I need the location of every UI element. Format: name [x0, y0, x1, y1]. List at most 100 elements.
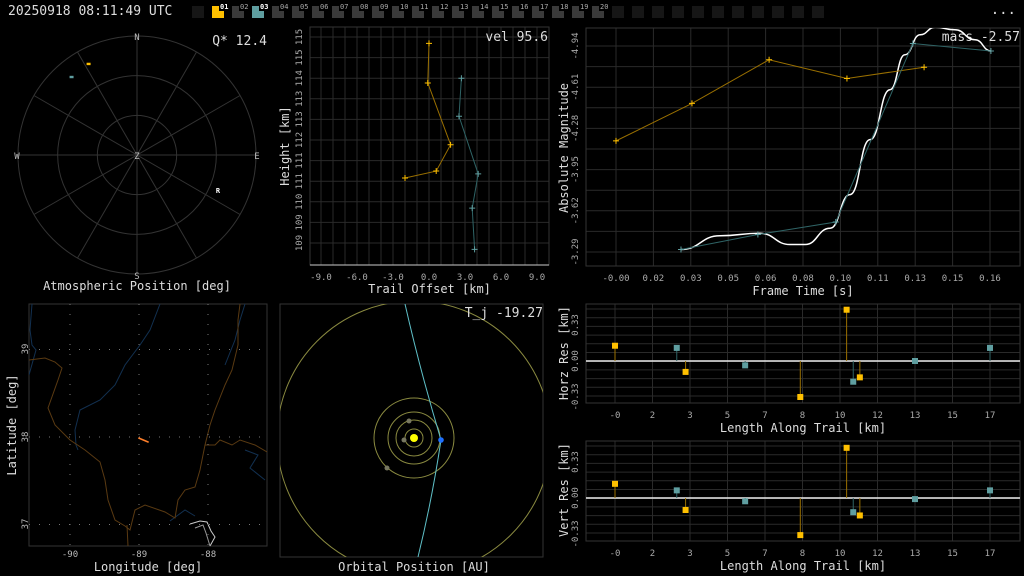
map-frame	[28, 303, 268, 547]
x-tick-label: 17	[985, 411, 996, 421]
data-point-station-03	[458, 75, 465, 82]
data-point-station-03	[754, 231, 761, 238]
y-tick-label: -3.95	[571, 156, 581, 183]
x-tick-label: -0	[610, 411, 621, 421]
planet-marker	[384, 465, 390, 471]
y-tick-label: 111	[295, 173, 305, 189]
x-tick-label: 0.11	[867, 274, 889, 284]
y-axis-label: Height [km]	[278, 106, 292, 185]
y-tick-label: 109	[295, 214, 305, 230]
x-tick-label: 0.13	[904, 274, 926, 284]
y-axis-label: Horz Res [km]	[557, 306, 571, 400]
data-point-station-01	[613, 137, 619, 144]
x-tick-label: -9.0	[310, 273, 332, 283]
y-tick-label: -4.94	[571, 32, 581, 59]
residual-point-station-01	[612, 342, 618, 349]
cardinal-s: S	[134, 272, 139, 282]
y-tick-label: -4.61	[571, 74, 581, 101]
data-point-station-01	[424, 79, 431, 86]
x-axis-label: Trail Offset [km]	[368, 282, 491, 296]
data-point-station-01	[688, 100, 695, 107]
data-point-station-01	[843, 75, 850, 82]
y-tick-label: 113	[295, 91, 305, 107]
residual-point-station-03	[987, 487, 993, 494]
data-point-station-01	[402, 175, 408, 182]
residual-point-station-01	[856, 374, 863, 381]
x-tick-label: 10	[835, 549, 846, 559]
x-axis-label: Length Along Trail [km]	[720, 559, 886, 573]
residual-point-station-03	[742, 362, 749, 369]
data-point-station-03	[456, 113, 462, 120]
x-tick-label: 0.08	[792, 274, 814, 284]
cardinal-e: E	[254, 152, 259, 162]
orbit-tj-annotation: T_j -19.27	[465, 306, 543, 321]
x-tick-label: 7	[762, 549, 767, 559]
sky-point-station-01	[86, 62, 91, 66]
residual-point-station-01	[682, 507, 689, 513]
y-tick-label: 0.33	[571, 451, 581, 473]
magnitude-chart: -0.00 0.02 0.03 0.05 0.06 0.08 0.10 0.11 0.13 0.1…	[557, 27, 1021, 298]
x-tick-label: 9.0	[529, 273, 545, 283]
sky-q-annotation: Q* 12.4	[212, 34, 267, 49]
data-point-station-01	[921, 64, 928, 71]
map-ytick: 39	[21, 344, 31, 355]
residual-point-station-01	[797, 394, 804, 400]
map-xtick: -88	[200, 550, 216, 560]
residual-point-station-03	[912, 358, 918, 364]
data-point-station-03	[987, 47, 994, 54]
x-tick-label: 0.15	[942, 274, 964, 284]
residual-point-station-03	[850, 378, 857, 385]
sky-point-station-03	[69, 75, 74, 79]
x-tick-label: 5	[725, 549, 730, 559]
map-xlabel: Longitude [deg]	[94, 560, 202, 574]
height-chart: -9.0 -6.0 -3.0 0.0 3.0 6.0 9.01091091101111111…	[278, 26, 550, 296]
orbit-frame	[279, 303, 544, 558]
x-tick-label: 0.10	[830, 274, 852, 284]
series-line-station-01	[404, 43, 452, 179]
x-tick-label: 5	[725, 411, 730, 421]
x-axis-label: Frame Time [s]	[752, 284, 853, 298]
x-tick-label: 12	[872, 549, 883, 559]
residual-point-station-03	[673, 344, 680, 351]
residual-point-station-01	[856, 512, 863, 519]
x-axis-label: Length Along Trail [km]	[720, 421, 886, 435]
residual-point-station-01	[682, 368, 689, 375]
earth-marker	[438, 437, 444, 443]
planet-marker	[401, 437, 407, 443]
y-tick-label: 111	[295, 152, 305, 168]
y-tick-label: 0.33	[571, 314, 581, 336]
y-tick-label: 113	[295, 111, 305, 127]
map-ytick: 37	[21, 519, 31, 530]
orbit-plot	[279, 303, 544, 558]
y-tick-label: 0.00	[571, 350, 581, 372]
x-tick-label: 3	[687, 411, 692, 421]
x-tick-label: 8	[800, 411, 805, 421]
y-tick-label: 110	[295, 194, 305, 210]
y-axis-label: Vert Res [km]	[557, 443, 571, 537]
y-tick-label: -3.62	[571, 197, 581, 224]
dashboard-canvas: Q* 12.4 Atmospheric Position [deg] N S W…	[5, 26, 1021, 574]
chart-annotation: vel 95.6	[485, 30, 548, 45]
residual-point-station-03	[673, 487, 680, 494]
x-tick-label: 8	[800, 549, 805, 559]
residual-point-station-03	[742, 498, 749, 505]
y-tick-label: -0.33	[571, 383, 581, 410]
x-tick-label: 6.0	[493, 273, 509, 283]
x-tick-label: -0.00	[602, 274, 629, 284]
x-tick-label: 15	[947, 549, 958, 559]
x-tick-label: 0.16	[979, 274, 1001, 284]
sun-icon	[410, 434, 418, 442]
horz-res-chart: -0 2 3 5 7 8 10 12 13 15 17 0.33 0.00 -0.33 Length Alo…	[557, 303, 1021, 435]
map-ytick: 38	[21, 432, 31, 443]
x-tick-label: 15	[947, 411, 958, 421]
x-tick-label: 7	[762, 411, 767, 421]
y-tick-label: 112	[295, 132, 305, 148]
cardinal-n: N	[134, 33, 139, 43]
data-point-station-01	[433, 168, 440, 175]
x-tick-label: 2	[650, 549, 655, 559]
ground-map	[28, 303, 268, 547]
planet-marker	[406, 418, 412, 424]
y-tick-label: -0.33	[571, 520, 581, 547]
x-tick-label: 17	[985, 549, 996, 559]
cardinal-w: W	[14, 152, 20, 162]
